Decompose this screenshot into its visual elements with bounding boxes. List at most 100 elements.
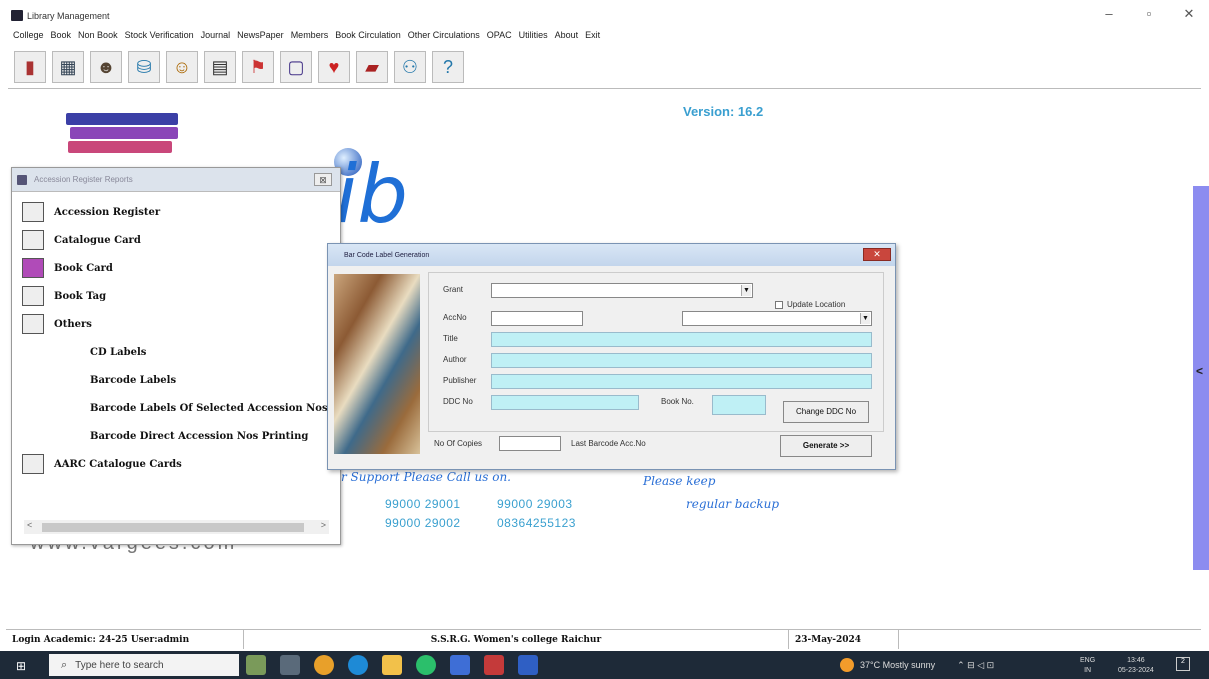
tree-item-label: Book Tag: [54, 290, 107, 302]
taskbar: ⊞ ⌕ Type here to search 37°C Mostly sunn…: [0, 651, 1209, 679]
person-icon[interactable]: ☺: [166, 51, 198, 83]
frame-icon[interactable]: ▢: [280, 51, 312, 83]
window-icon: [17, 175, 27, 185]
title-field[interactable]: [491, 332, 872, 347]
accession-window-title: Accession Register Reports: [34, 175, 133, 184]
card-icon[interactable]: ▤: [204, 51, 236, 83]
accno-input[interactable]: [491, 311, 583, 326]
copies-input[interactable]: [499, 436, 561, 451]
member-icon[interactable]: ☻: [90, 51, 122, 83]
menu-college[interactable]: College: [13, 30, 44, 40]
phone-3: 99000 29002: [385, 516, 461, 530]
scroll-right-icon[interactable]: >: [321, 520, 326, 530]
barcode-form: Grant ▼ Update Location AccNo ▼ Title Au…: [428, 272, 884, 432]
menu-book-circulation[interactable]: Book Circulation: [335, 30, 401, 40]
store-icon[interactable]: [518, 655, 538, 675]
users-icon[interactable]: ⚇: [394, 51, 426, 83]
network-icon[interactable]: ⛁: [128, 51, 160, 83]
turtle-icon[interactable]: [246, 655, 266, 675]
weather-widget[interactable]: 37°C Mostly sunny ⌃ ⊟ ◁ ⊡: [840, 658, 994, 672]
whatsapp-icon[interactable]: [416, 655, 436, 675]
publisher-field[interactable]: [491, 374, 872, 389]
chrome-icon[interactable]: [314, 655, 334, 675]
grant-select[interactable]: ▼: [491, 283, 753, 298]
tree-item-label: Catalogue Card: [54, 234, 141, 246]
window-controls: – ▫ ✕: [1089, 6, 1209, 22]
weather-text: 37°C Mostly sunny: [860, 660, 936, 670]
menu-stock-verification[interactable]: Stock Verification: [125, 30, 194, 40]
menu-book[interactable]: Book: [51, 30, 72, 40]
help-icon[interactable]: ?: [432, 51, 464, 83]
menu-non-book[interactable]: Non Book: [78, 30, 118, 40]
menu-exit[interactable]: Exit: [585, 30, 600, 40]
barcode-dialog-titlebar[interactable]: Bar Code Label Generation ✕: [328, 244, 895, 266]
support-text: r Support Please Call us on.: [341, 470, 511, 484]
region-code: IN: [1084, 667, 1092, 674]
author-field[interactable]: [491, 353, 872, 368]
tree-item-cd-labels[interactable]: CD Labels: [22, 338, 337, 366]
taskbar-search[interactable]: ⌕ Type here to search: [49, 654, 239, 676]
barcode-dialog: Bar Code Label Generation ✕ Grant ▼ Upda…: [327, 243, 896, 470]
accno-label: AccNo: [443, 313, 467, 322]
menu-members[interactable]: Members: [291, 30, 329, 40]
tree-item-others[interactable]: Others: [22, 310, 337, 338]
toolbar: ▮ ▦ ☻ ⛁ ☺ ▤ ⚑ ▢ ♥ ▰ ⚇ ?: [14, 51, 464, 83]
bookno-field[interactable]: [712, 395, 766, 415]
search-icon: ⌕: [61, 658, 68, 671]
notification-icon[interactable]: 2: [1176, 657, 1190, 671]
tree-item-barcode-direct[interactable]: Barcode Direct Accession Nos Printing: [22, 422, 337, 450]
close-button[interactable]: ✕: [1169, 6, 1209, 22]
tray-icons[interactable]: ⌃ ⊟ ◁ ⊡: [957, 660, 994, 671]
logo-text: ib: [335, 148, 409, 241]
backup-text: regular backup: [686, 497, 780, 511]
minimize-button[interactable]: –: [1089, 6, 1129, 22]
change-ddc-button[interactable]: Change DDC No: [783, 401, 869, 423]
tree-item-aarc-catalogue[interactable]: AARC Catalogue Cards: [22, 450, 337, 478]
edge-icon[interactable]: [348, 655, 368, 675]
tree-item-book-card[interactable]: Book Card: [22, 254, 337, 282]
heart-icon[interactable]: ♥: [318, 51, 350, 83]
app-icon[interactable]: [450, 655, 470, 675]
scroll-thumb[interactable]: [42, 523, 304, 532]
catalogue-icon[interactable]: ▦: [52, 51, 84, 83]
menu-opac[interactable]: OPAC: [487, 30, 512, 40]
phone-2: 99000 29003: [497, 497, 573, 511]
maximize-button[interactable]: ▫: [1129, 6, 1169, 22]
scroll-left-icon[interactable]: <: [27, 520, 32, 530]
windows-start-icon[interactable]: ⊞: [16, 659, 30, 673]
books-icon[interactable]: ▮: [14, 51, 46, 83]
taskbar-clock[interactable]: 13:46 05-23-2024: [1118, 656, 1154, 676]
taskbar-apps: [246, 655, 538, 675]
language-indicator[interactable]: ENG IN: [1080, 656, 1095, 676]
ddc-field[interactable]: [491, 395, 639, 410]
close-icon[interactable]: ⊠: [314, 173, 332, 186]
location-select[interactable]: ▼: [682, 311, 872, 326]
books-logo-icon: [66, 113, 178, 155]
clock-time: 13:46: [1127, 657, 1145, 664]
accession-window-titlebar[interactable]: Accession Register Reports ⊠: [12, 168, 340, 192]
flag-icon[interactable]: ⚑: [242, 51, 274, 83]
update-location-checkbox[interactable]: [775, 301, 783, 309]
tree-item-catalogue-card[interactable]: Catalogue Card: [22, 226, 337, 254]
title-label: Title: [443, 334, 458, 343]
tree-item-barcode-labels-selected[interactable]: Barcode Labels Of Selected Accession Nos: [22, 394, 337, 422]
task-view-icon[interactable]: [280, 655, 300, 675]
file-explorer-icon[interactable]: [382, 655, 402, 675]
horizontal-scrollbar[interactable]: < >: [24, 520, 329, 534]
generate-button[interactable]: Generate >>: [780, 435, 872, 457]
tree-item-book-tag[interactable]: Book Tag: [22, 282, 337, 310]
menu-newspaper[interactable]: NewsPaper: [237, 30, 284, 40]
book-red-icon[interactable]: ▰: [356, 51, 388, 83]
side-panel-toggle[interactable]: <: [1193, 186, 1209, 570]
close-icon[interactable]: ✕: [863, 248, 891, 261]
menu-journal[interactable]: Journal: [201, 30, 231, 40]
menu-about[interactable]: About: [555, 30, 579, 40]
library-app-icon[interactable]: [484, 655, 504, 675]
menu-utilities[interactable]: Utilities: [519, 30, 548, 40]
bookno-label: Book No.: [661, 397, 694, 406]
menu-other-circulations[interactable]: Other Circulations: [408, 30, 480, 40]
phone-1: 99000 29001: [385, 497, 461, 511]
tree-item-barcode-labels[interactable]: Barcode Labels: [22, 366, 337, 394]
tree-item-accession-register[interactable]: Accession Register: [22, 198, 337, 226]
copies-label: No Of Copies: [434, 439, 483, 448]
